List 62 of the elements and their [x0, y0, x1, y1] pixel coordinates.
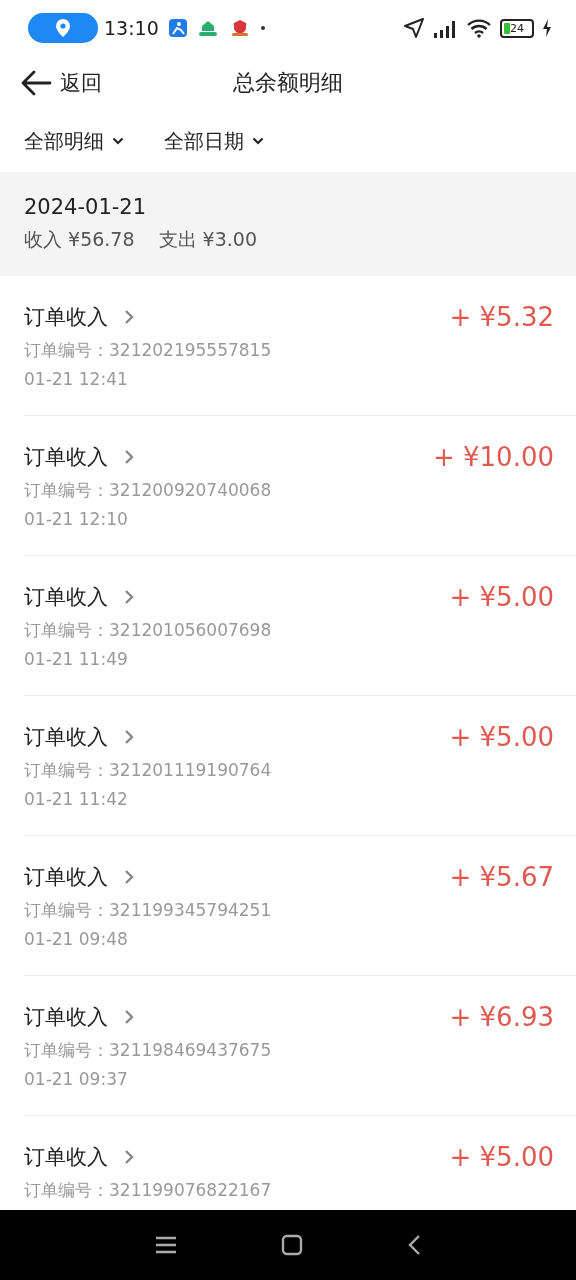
charging-bolt-icon — [542, 19, 552, 37]
order-number: 订单编号：321201056007698 — [24, 619, 272, 642]
transaction-time: 01-21 11:42 — [24, 788, 129, 811]
transaction-title: 订单收入 — [24, 1144, 108, 1171]
transaction-amount: + ¥6.93 — [449, 1002, 554, 1032]
menu-icon — [155, 1235, 177, 1255]
order-number: 订单编号：321200920740068 — [24, 479, 272, 502]
wifi-icon — [466, 18, 492, 38]
transaction-time: 01-21 12:41 — [24, 368, 129, 391]
chevron-right-icon — [124, 1009, 134, 1025]
transaction-time: 01-21 12:10 — [24, 508, 129, 531]
transaction-title: 订单收入 — [24, 724, 108, 751]
order-number: 订单编号：321201119190764 — [24, 759, 272, 782]
expense-total: 支出 ¥3.00 — [158, 227, 257, 252]
transaction-amount: + ¥5.32 — [449, 302, 554, 332]
back-button[interactable]: 返回 — [0, 69, 102, 97]
transaction-row[interactable]: 订单收入 订单编号：321200920740068 01-21 12:10 + ¥10.00 — [24, 416, 576, 556]
transaction-time: 01-21 09:37 — [24, 1068, 129, 1091]
order-number: 订单编号：321198469437675 — [24, 1039, 272, 1062]
location-pin-icon — [55, 18, 71, 38]
transaction-row[interactable]: 订单收入 订单编号：321201119190764 01-21 11:42 + ¥5.00 — [24, 696, 576, 836]
transaction-time: 01-21 09:48 — [24, 928, 129, 951]
order-number: 订单编号：321199345794251 — [24, 899, 272, 922]
transaction-row[interactable]: 订单收入 订单编号：321198469437675 01-21 09:37 + ¥6.93 — [24, 976, 576, 1116]
transaction-amount: + ¥5.00 — [449, 1142, 554, 1172]
status-time: 13:10 — [104, 17, 159, 39]
chevron-right-icon — [124, 1149, 134, 1165]
order-number: 订单编号：321199076822167 — [24, 1179, 272, 1202]
transaction-amount: + ¥10.00 — [432, 442, 554, 472]
income-total: 收入 ¥56.78 — [24, 227, 135, 252]
dot-icon — [260, 26, 265, 30]
transaction-time: 01-21 11:49 — [24, 648, 129, 671]
transaction-amount: + ¥5.00 — [449, 722, 554, 752]
home-icon — [281, 1234, 303, 1256]
caret-icon — [252, 137, 264, 145]
navigation-arrow-icon — [404, 18, 424, 38]
transaction-row[interactable]: 订单收入 订单编号：321199345794251 01-21 09:48 + ¥5.67 — [24, 836, 576, 976]
chevron-right-icon — [124, 589, 134, 605]
transaction-amount: + ¥5.00 — [449, 582, 554, 612]
filter-dropdown[interactable]: 全部日期 — [164, 127, 264, 155]
transaction-title: 订单收入 — [24, 444, 108, 471]
back-arrow-icon — [20, 70, 52, 96]
page-title: 总余额明细 — [233, 69, 343, 97]
transaction-row[interactable]: 订单收入 订单编号：321202195557815 01-21 12:41 + ¥5.32 — [24, 276, 576, 416]
house-app-icon — [196, 19, 219, 37]
chevron-right-icon — [124, 449, 134, 465]
battery-indicator: 24 — [500, 18, 534, 38]
app-icon — [168, 19, 187, 37]
order-number: 订单编号：321202195557815 — [24, 339, 272, 362]
transaction-title: 订单收入 — [24, 304, 108, 331]
chevron-right-icon — [124, 869, 134, 885]
transaction-title: 订单收入 — [24, 864, 108, 891]
caret-icon — [112, 137, 124, 145]
transaction-row[interactable]: 订单收入 订单编号：321201056007698 01-21 11:49 + ¥5.00 — [24, 556, 576, 696]
filter-dropdown[interactable]: 全部明细 — [24, 127, 124, 155]
chevron-right-icon — [124, 729, 134, 745]
summary-date: 2024-01-21 — [24, 195, 148, 219]
transaction-title: 订单收入 — [24, 584, 108, 611]
transaction-title: 订单收入 — [24, 1004, 108, 1031]
chevron-right-icon — [124, 309, 134, 325]
back-icon — [407, 1234, 421, 1256]
transaction-amount: + ¥5.67 — [449, 862, 554, 892]
